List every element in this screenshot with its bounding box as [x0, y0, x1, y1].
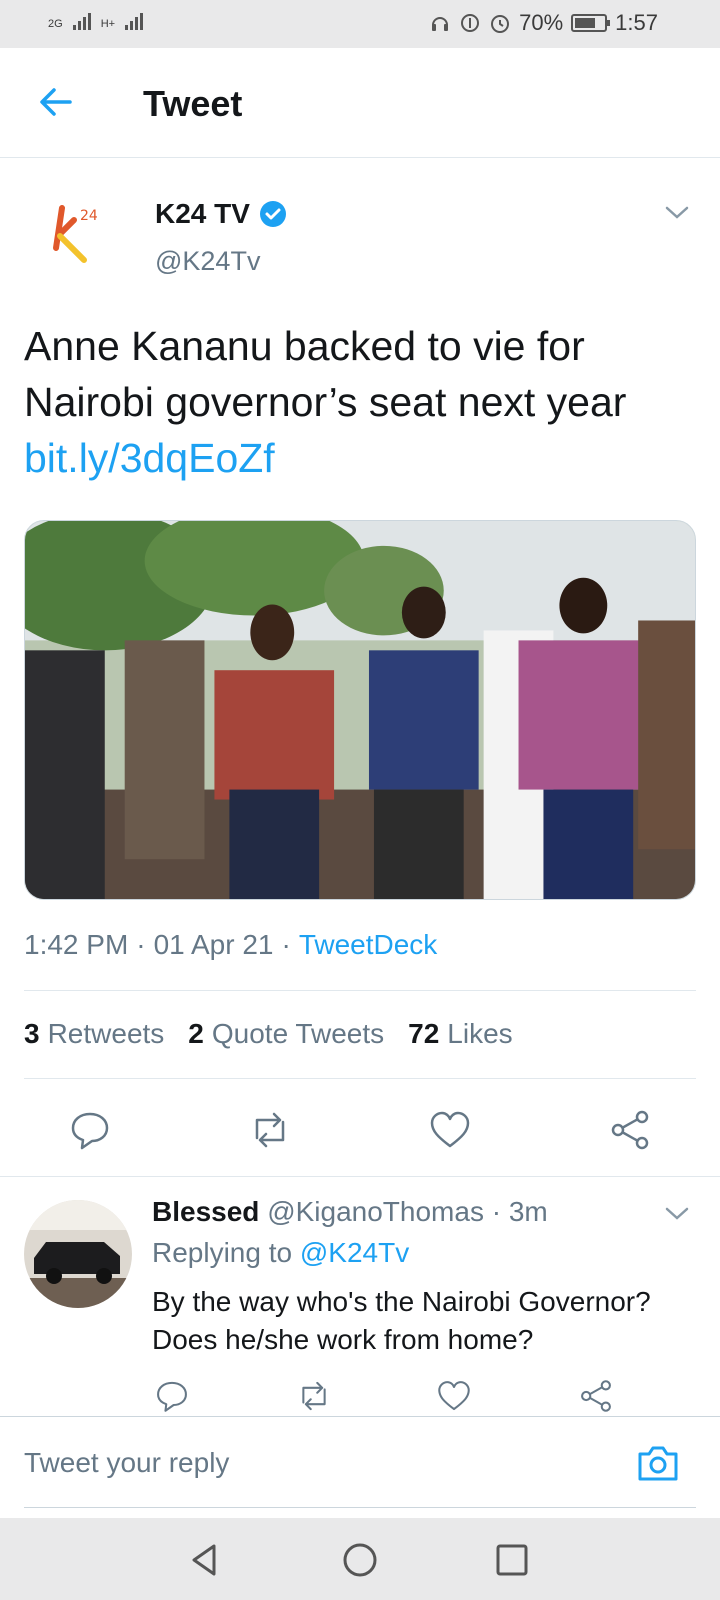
- signal-icon-2: [125, 10, 144, 30]
- divider: [24, 990, 696, 991]
- tweet-author-name[interactable]: K24 TV: [155, 198, 288, 230]
- tweet-timestamp: 1:42 PM · 01 Apr 21 · TweetDeck: [24, 929, 437, 961]
- reply-icon[interactable]: [68, 1108, 112, 1152]
- retweet-icon[interactable]: [248, 1108, 292, 1152]
- status-right: 70% 1:57: [429, 10, 658, 36]
- likes-label: Likes: [447, 1018, 513, 1049]
- alarm-icon: [491, 15, 510, 33]
- nav-home-icon[interactable]: [340, 1540, 380, 1580]
- likes-count: 72: [408, 1018, 440, 1049]
- battery-percent: 70%: [519, 10, 564, 35]
- replying-prefix: Replying to: [152, 1237, 293, 1268]
- battery-icon: [571, 14, 611, 32]
- chevron-down-icon[interactable]: [664, 1203, 690, 1223]
- tweet-photo[interactable]: [24, 520, 696, 900]
- network-type-2: H+: [100, 18, 116, 30]
- headset-icon: [432, 17, 449, 31]
- k24-logo-avatar[interactable]: 24: [42, 198, 112, 270]
- top-app-bar: Tweet: [0, 48, 720, 158]
- author-name-text: K24 TV: [155, 198, 250, 229]
- share-icon[interactable]: [578, 1378, 614, 1414]
- nav-back-icon[interactable]: [184, 1540, 224, 1580]
- tweet-text-line-1: Anne Kananu backed to vie for: [24, 323, 585, 369]
- tweet-author-handle[interactable]: @K24Tv: [155, 246, 260, 277]
- quotes-label: Quote Tweets: [211, 1018, 385, 1049]
- status-bar: 2G H+ 70% 1:57: [0, 0, 720, 48]
- retweets-label: Retweets: [47, 1018, 165, 1049]
- retweets-stat[interactable]: 3 Retweets: [24, 1018, 164, 1050]
- tweet-text-line-2: Nairobi governor’s seat next year: [24, 379, 627, 425]
- tweet-date: 01 Apr 21: [153, 929, 274, 960]
- retweet-icon[interactable]: [296, 1378, 332, 1414]
- separator-dot: ·: [136, 929, 146, 960]
- replying-to: Replying to @K24Tv: [152, 1237, 409, 1269]
- heart-icon[interactable]: [428, 1108, 472, 1152]
- likes-stat[interactable]: 72 Likes: [408, 1018, 513, 1050]
- reply-age: · 3m: [491, 1196, 548, 1227]
- quote-tweets-stat[interactable]: 2 Quote Tweets: [188, 1018, 384, 1050]
- tweet-text: Anne Kananu backed to vie for Nairobi go…: [24, 318, 694, 486]
- camera-icon[interactable]: [636, 1441, 680, 1485]
- back-arrow-icon[interactable]: [34, 80, 78, 124]
- signal-indicators: 2G H+: [48, 10, 144, 30]
- separator-dot: ·: [281, 929, 291, 960]
- reply-icon[interactable]: [154, 1378, 190, 1414]
- reply-composer: Tweet your reply: [0, 1416, 720, 1516]
- reply-text: By the way who's the Nairobi Governor? D…: [152, 1286, 651, 1355]
- signal-icon: [72, 10, 91, 30]
- network-type-1: 2G: [48, 18, 63, 30]
- divider: [24, 1078, 696, 1079]
- retweets-count: 3: [24, 1018, 40, 1049]
- composer-underline: [24, 1507, 696, 1508]
- avatar-text: 24: [80, 208, 98, 224]
- divider: [0, 1176, 720, 1177]
- reply-input[interactable]: Tweet your reply: [24, 1447, 229, 1479]
- quotes-count: 2: [188, 1018, 204, 1049]
- replying-to-handle[interactable]: @K24Tv: [300, 1237, 409, 1268]
- tweet-stats: 3 Retweets 2 Quote Tweets 72 Likes: [24, 1018, 513, 1050]
- tweet-time: 1:42 PM: [24, 929, 129, 960]
- data-saver-icon: [461, 14, 480, 32]
- nav-recents-icon[interactable]: [492, 1540, 532, 1580]
- tweet-link[interactable]: bit.ly/3dqEoZf: [24, 430, 694, 486]
- tweet-source-link[interactable]: TweetDeck: [299, 929, 438, 961]
- verified-badge-icon: [259, 201, 286, 227]
- system-nav-bar: [0, 1518, 720, 1600]
- reply-author-avatar[interactable]: [24, 1200, 132, 1308]
- reply-header: Blessed @KiganoThomas · 3m: [152, 1196, 548, 1228]
- clock: 1:57: [615, 10, 658, 35]
- reply-author-handle[interactable]: @KiganoThomas: [267, 1196, 484, 1227]
- page-title: Tweet: [143, 83, 243, 124]
- share-icon[interactable]: [608, 1108, 652, 1152]
- chevron-down-icon[interactable]: [664, 202, 690, 222]
- heart-icon[interactable]: [436, 1378, 472, 1414]
- reply-author-name[interactable]: Blessed: [152, 1196, 259, 1227]
